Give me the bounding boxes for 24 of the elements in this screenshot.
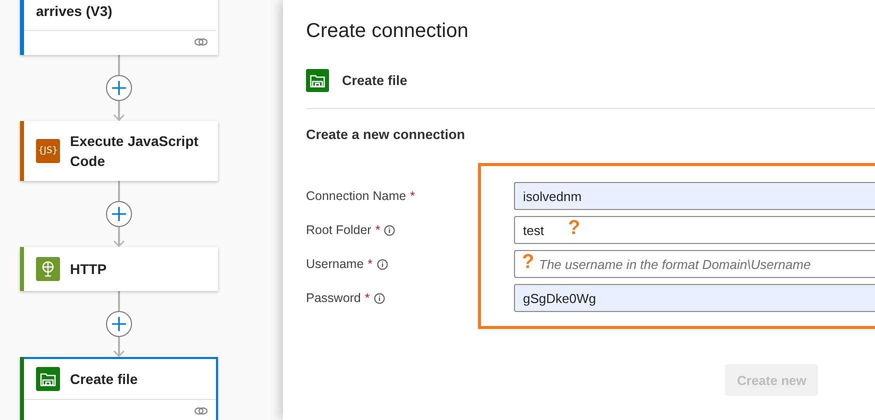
card-title: Execute JavaScript Code — [70, 132, 200, 171]
annotation-mark: ? — [568, 217, 580, 240]
field-label: Username — [306, 257, 364, 271]
field-label: Connection Name — [306, 189, 406, 203]
required-mark: * — [368, 257, 373, 271]
annotation-mark: ? — [522, 251, 534, 274]
card-title: HTTP — [70, 260, 107, 279]
card-title: arrives (V3) — [36, 2, 112, 21]
card-title: Create file — [70, 370, 138, 389]
action-card[interactable]: HTTP — [20, 247, 218, 291]
required-mark: * — [410, 189, 415, 203]
action-card[interactable]: arrives (V3) — [20, 0, 218, 55]
action-card[interactable]: {JS} Execute JavaScript Code — [20, 121, 218, 181]
text-field[interactable]: gSgDke0Wg — [514, 284, 875, 312]
script-badge: {JS} — [36, 139, 60, 163]
connector-name: Create file — [342, 73, 408, 88]
field-label: Root Folder — [306, 223, 372, 237]
panel-title: Create connection — [306, 20, 470, 43]
action-card[interactable]: Create file — [20, 357, 218, 420]
required-mark: * — [364, 291, 370, 305]
text-field[interactable]: isolvednm — [514, 182, 875, 210]
field-label: Password — [306, 291, 361, 305]
required-mark: * — [375, 223, 380, 237]
section-title: Create a new connection — [306, 127, 466, 142]
